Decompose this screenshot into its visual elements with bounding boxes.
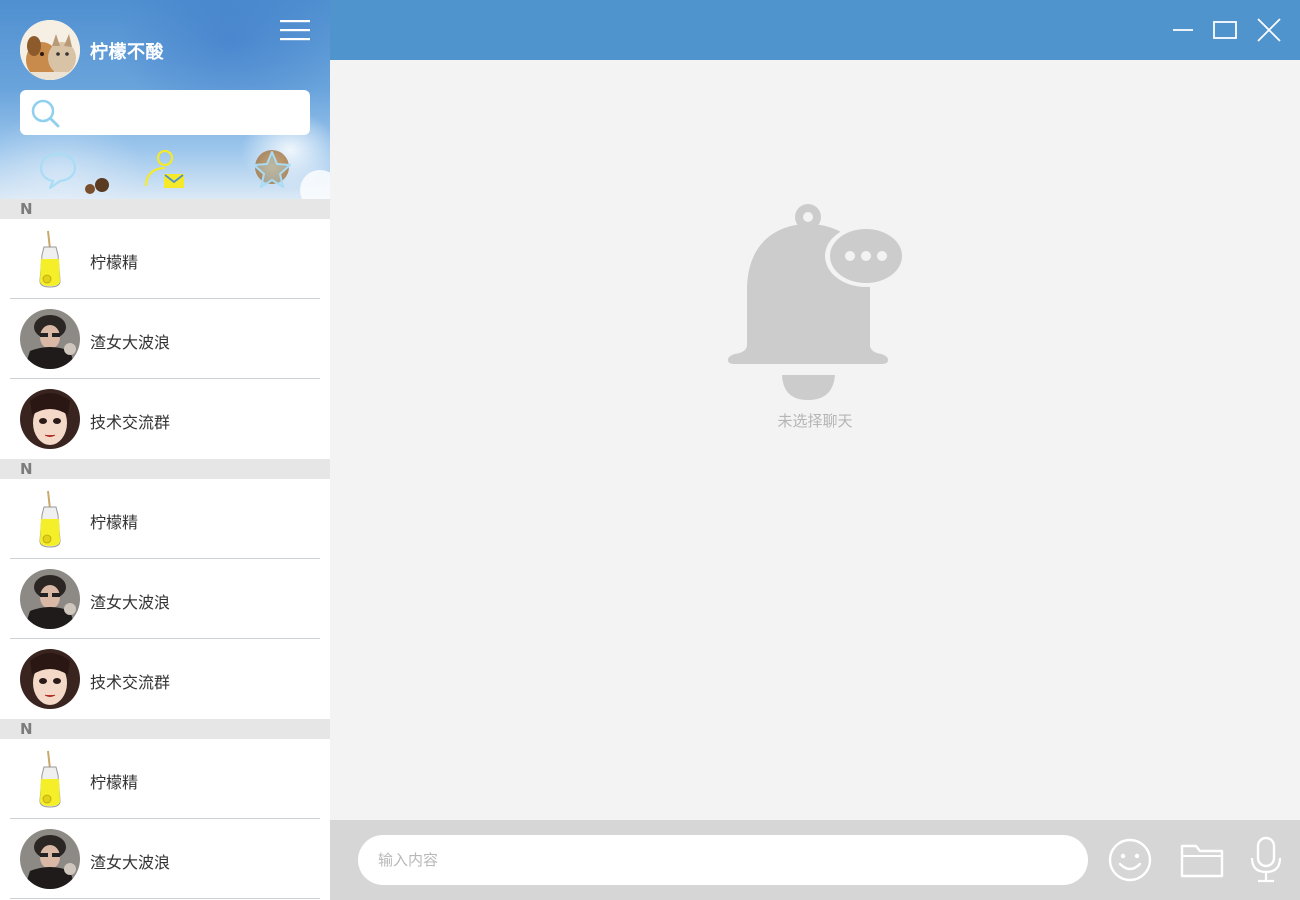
lemon-drink-icon — [20, 749, 80, 809]
hamburger-icon — [280, 20, 310, 41]
contacts-tab[interactable] — [143, 148, 187, 192]
search-icon[interactable] — [28, 96, 62, 130]
maximize-icon — [1213, 21, 1237, 39]
user-avatar[interactable] — [20, 20, 80, 80]
close-button[interactable] — [1254, 15, 1284, 45]
minimize-icon — [1173, 29, 1193, 31]
anime-girl-icon — [20, 649, 80, 709]
emoji-button[interactable] — [1106, 836, 1154, 884]
avatar — [20, 649, 80, 709]
group-header: N — [0, 459, 330, 479]
message-input[interactable] — [358, 835, 1088, 885]
minimize-button[interactable] — [1168, 15, 1198, 45]
avatar — [20, 309, 80, 369]
folder-icon — [1180, 844, 1224, 878]
contact-item[interactable]: 技术交流群 — [0, 639, 330, 719]
sidebar-header: 柠檬不酸 — [0, 0, 330, 199]
empty-state-text: 未选择聊天 — [777, 412, 853, 430]
contact-name: 渣女大波浪 — [90, 853, 171, 872]
title-bar — [330, 0, 1300, 60]
bell-chat-icon — [728, 204, 905, 400]
contact-mail-icon — [144, 149, 184, 188]
contact-item[interactable]: 渣女大波浪 — [0, 299, 330, 379]
contact-item[interactable]: 渣女大波浪 — [0, 819, 330, 899]
chat-bubble-icon — [39, 152, 77, 190]
maximize-button[interactable] — [1210, 15, 1240, 45]
avatar — [20, 749, 80, 809]
contact-item[interactable]: 柠檬精 — [0, 479, 330, 559]
favorites-tab[interactable] — [250, 148, 294, 192]
avatar — [20, 389, 80, 449]
avatar — [20, 489, 80, 549]
contact-name: 渣女大波浪 — [90, 593, 171, 612]
person-photo-icon — [20, 309, 80, 369]
chat-area: 未选择聊天 — [330, 60, 1300, 820]
contact-item[interactable]: 柠檬精 — [0, 219, 330, 299]
person-photo-icon — [20, 569, 80, 629]
cat-dog-avatar-icon — [20, 20, 80, 80]
star-icon — [253, 151, 291, 188]
microphone-icon — [1250, 836, 1282, 883]
contact-name: 柠檬精 — [90, 773, 139, 792]
voice-button[interactable] — [1242, 836, 1290, 884]
search-input[interactable] — [72, 98, 297, 127]
anime-girl-icon — [20, 389, 80, 449]
chat-tab[interactable] — [36, 148, 80, 192]
group-header: N — [0, 719, 330, 739]
contact-name: 渣女大波浪 — [90, 333, 171, 352]
menu-button[interactable] — [278, 16, 312, 44]
contact-name: 技术交流群 — [90, 673, 171, 692]
smiley-icon — [1108, 838, 1152, 882]
avatar — [20, 569, 80, 629]
avatar — [20, 829, 80, 889]
user-name: 柠檬不酸 — [90, 42, 164, 63]
lemon-drink-icon — [20, 489, 80, 549]
search-box — [20, 90, 310, 135]
contact-name: 技术交流群 — [90, 413, 171, 432]
file-button[interactable] — [1178, 836, 1226, 884]
lemon-drink-icon — [20, 229, 80, 289]
contact-item[interactable]: 渣女大波浪 — [0, 559, 330, 639]
contact-item[interactable]: 柠檬精 — [0, 739, 330, 819]
divider — [10, 898, 320, 899]
avatar — [20, 229, 80, 289]
contact-name: 柠檬精 — [90, 253, 139, 272]
person-photo-icon — [20, 829, 80, 889]
group-header: N — [0, 199, 330, 219]
contact-name: 柠檬精 — [90, 513, 139, 532]
input-bar — [330, 820, 1300, 900]
sidebar: 柠檬不酸 N 柠檬精 渣女大波浪 技术交流群 N 柠檬精 渣女大波浪 技术交流群… — [0, 0, 330, 900]
contact-item[interactable]: 技术交流群 — [0, 379, 330, 459]
contact-list: N 柠檬精 渣女大波浪 技术交流群 N 柠檬精 渣女大波浪 技术交流群 N 柠檬… — [0, 199, 330, 899]
close-icon — [1257, 18, 1281, 42]
